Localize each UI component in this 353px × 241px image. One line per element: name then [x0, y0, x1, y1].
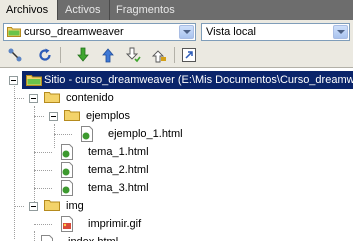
- folder-icon: [44, 200, 60, 211]
- tree-guide-line: [34, 152, 52, 153]
- tab-label: Fragmentos: [116, 4, 175, 16]
- tree-guide-line: [54, 124, 55, 148]
- site-folder-icon: [26, 75, 42, 86]
- get-icon: [77, 47, 89, 62]
- html-file-icon: [61, 162, 73, 178]
- tab-activos[interactable]: Activos: [59, 0, 109, 20]
- tree-root-item[interactable]: Sitio - curso_dreamweaver (E:\Mis Docume…: [22, 71, 353, 89]
- toolbar-divider: [60, 47, 61, 63]
- tree-guide-line: [14, 98, 24, 99]
- tree-guide-line: [14, 206, 24, 207]
- tree-item-label: contenido: [66, 92, 114, 104]
- tree-guide-line: [34, 170, 52, 171]
- view-select[interactable]: Vista local: [201, 23, 350, 41]
- put-button[interactable]: [99, 46, 117, 64]
- chevron-down-icon[interactable]: [179, 25, 194, 39]
- expand-icon: [182, 48, 196, 62]
- folder-icon: [44, 92, 60, 103]
- refresh-button[interactable]: [36, 46, 54, 64]
- files-toolbar: [0, 44, 353, 66]
- refresh-icon: [39, 48, 51, 61]
- tree-item-label: ejemplo_1.html: [108, 128, 183, 140]
- panel-tab-strip: Archivos Activos Fragmentos: [0, 0, 353, 20]
- tab-label: Activos: [65, 4, 101, 16]
- collapse-toggle[interactable]: [9, 76, 18, 85]
- site-folder-icon: [7, 27, 21, 37]
- tree-root-label: Sitio - curso_dreamweaver (E:\Mis Docume…: [44, 74, 353, 86]
- html-file-icon: [81, 126, 93, 142]
- check-in-button[interactable]: [150, 46, 168, 64]
- collapse-toggle[interactable]: [49, 112, 58, 121]
- put-icon: [102, 48, 114, 63]
- view-select-value: Vista local: [206, 26, 256, 38]
- tab-fragmentos[interactable]: Fragmentos: [109, 0, 179, 20]
- tree-item-label: tema_1.html: [88, 146, 149, 158]
- connect-button[interactable]: [6, 46, 24, 64]
- tree-item-label: ejemplos: [86, 110, 131, 122]
- tree-item-label: tema_2.html: [88, 164, 149, 176]
- check-out-button[interactable]: [124, 46, 142, 64]
- chevron-down-icon[interactable]: [333, 25, 348, 39]
- html-file-icon: [61, 180, 73, 196]
- check-out-icon: [125, 47, 141, 63]
- tree-item-label: imprimir.gif: [88, 218, 142, 230]
- tree-guide-line: [34, 188, 52, 189]
- image-file-icon: [61, 216, 73, 232]
- tree-guide-line: [14, 82, 15, 239]
- site-select[interactable]: curso_dreamweaver: [3, 23, 196, 41]
- connect-icon: [8, 48, 22, 62]
- html-file-icon: [41, 235, 53, 241]
- tab-archivos[interactable]: Archivos: [0, 0, 58, 20]
- folder-icon: [64, 110, 80, 121]
- tree-guide-line: [34, 116, 44, 117]
- check-in-icon: [151, 50, 166, 63]
- site-file-tree: Sitio - curso_dreamweaver (E:\Mis Docume…: [0, 67, 353, 241]
- tree-guide-line: [34, 224, 52, 225]
- collapse-toggle[interactable]: [29, 94, 38, 103]
- html-file-icon: [61, 144, 73, 160]
- site-select-value: curso_dreamweaver: [24, 26, 124, 38]
- files-panel: curso_dreamweaver Vista local Sitio - cu…: [0, 20, 353, 241]
- tree-item-label: img: [66, 200, 84, 212]
- toolbar-divider: [174, 47, 175, 63]
- get-button[interactable]: [74, 46, 92, 64]
- tab-label: Archivos: [6, 4, 49, 16]
- tree-guide-line: [54, 134, 72, 135]
- expand-button[interactable]: [180, 46, 198, 64]
- tree-item-label: tema_3.html: [88, 182, 149, 194]
- collapse-toggle[interactable]: [29, 202, 38, 211]
